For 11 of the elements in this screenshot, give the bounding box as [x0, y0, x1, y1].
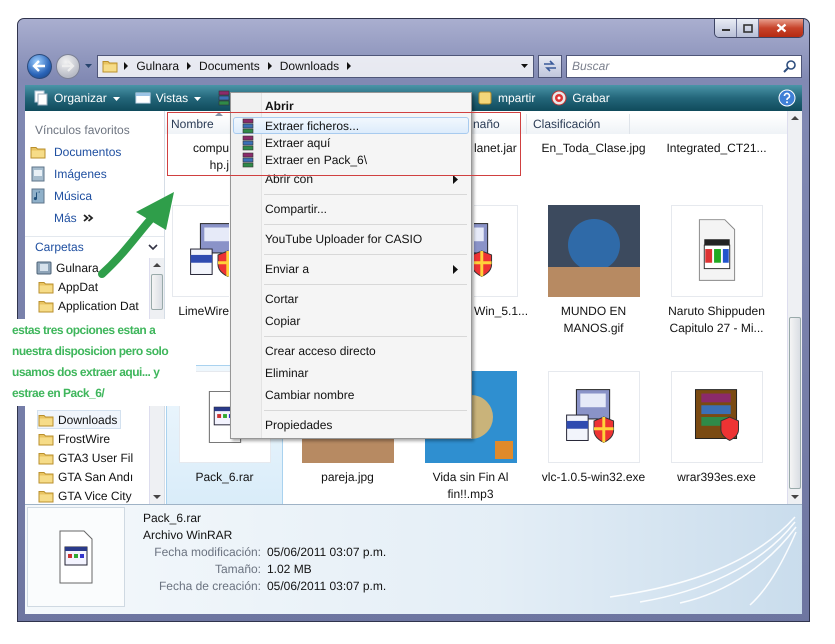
file-name: Pack_6.rar — [143, 510, 202, 527]
property-value: 1.02 MB — [267, 561, 313, 578]
section-title: Vínculos favoritos — [34, 122, 131, 139]
property-value: 05/06/2011 03:07 p.m. — [267, 544, 386, 561]
property-value: 05/06/2011 03:07 p.m. — [267, 578, 386, 595]
section-title: Carpetas — [35, 240, 84, 254]
property-label: Fecha de creación: — [158, 578, 261, 595]
file-type: Archivo WinRAR — [143, 527, 234, 544]
property-label: Tamaño: — [214, 561, 261, 578]
property-label: Fecha modificación: — [153, 544, 261, 561]
annotation-tooltip: estas tres opciones estan a nuestra disposicion pero solo usamos dos extraer aqui... y estrae en Pack_6/ — [10, 319, 196, 406]
